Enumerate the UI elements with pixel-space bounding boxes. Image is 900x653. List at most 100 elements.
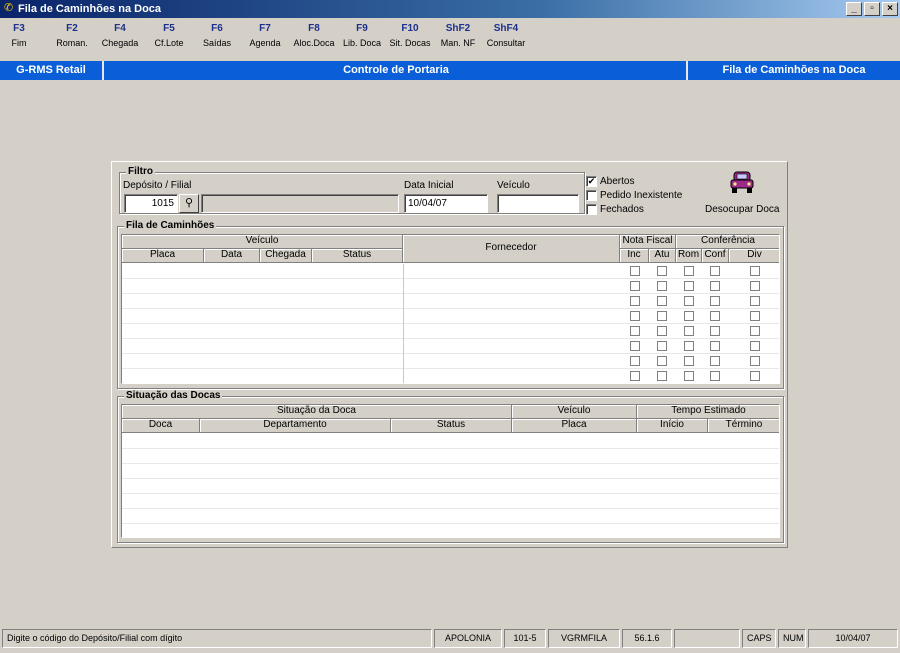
col-placa[interactable]: Placa <box>122 249 204 263</box>
col-termino[interactable]: Término <box>708 419 779 433</box>
row-conf-checkbox[interactable] <box>710 296 720 306</box>
fkey-f7-agenda[interactable]: F7 Agenda <box>246 22 284 56</box>
table-row[interactable] <box>122 368 779 369</box>
fkey-f2-romaneio[interactable]: F2 Roman. <box>52 22 92 56</box>
fila-caminhoes-grid[interactable]: Veículo Fornecedor Nota Fiscal Conferênc… <box>121 234 780 384</box>
col-rom[interactable]: Rom <box>676 249 702 263</box>
row-div-checkbox[interactable] <box>750 311 760 321</box>
row-atu-checkbox[interactable] <box>657 281 667 291</box>
table-row[interactable] <box>122 508 779 509</box>
row-inc-checkbox[interactable] <box>630 356 640 366</box>
close-button[interactable]: × <box>882 2 898 16</box>
col-status[interactable]: Status <box>312 249 403 263</box>
row-rom-checkbox[interactable] <box>684 371 694 381</box>
col-data[interactable]: Data <box>204 249 260 263</box>
row-inc-checkbox[interactable] <box>630 371 640 381</box>
fkey-shf2-mannf[interactable]: ShF2 Man. NF <box>437 22 479 56</box>
row-div-checkbox[interactable] <box>750 296 760 306</box>
table-row[interactable] <box>122 278 779 279</box>
table-row[interactable] <box>122 383 780 384</box>
fkey-f10-sitdocas[interactable]: F10 Sit. Docas <box>387 22 433 56</box>
table-row[interactable] <box>122 338 779 339</box>
col-div[interactable]: Div <box>729 249 779 263</box>
pedido-inexistente-checkbox[interactable] <box>586 190 597 201</box>
restore-button[interactable]: ▫ <box>864 2 880 16</box>
row-inc-checkbox[interactable] <box>630 326 640 336</box>
col-placa-doca[interactable]: Placa <box>512 419 637 433</box>
col-group-veiculo: Veículo <box>122 235 403 249</box>
table-row[interactable] <box>122 353 779 354</box>
fkey-f3-fim[interactable]: F3 Fim <box>6 22 32 56</box>
table-row[interactable] <box>122 493 779 494</box>
row-inc-checkbox[interactable] <box>630 266 640 276</box>
row-div-checkbox[interactable] <box>750 326 760 336</box>
row-conf-checkbox[interactable] <box>710 266 720 276</box>
col-inc[interactable]: Inc <box>620 249 649 263</box>
binoculars-icon[interactable]: ⚲ <box>179 194 199 213</box>
veiculo-label: Veículo <box>497 180 530 191</box>
row-rom-checkbox[interactable] <box>684 356 694 366</box>
table-row[interactable] <box>122 478 779 479</box>
col-status-doca[interactable]: Status <box>391 419 512 433</box>
col-atu[interactable]: Atu <box>649 249 676 263</box>
row-inc-checkbox[interactable] <box>630 281 640 291</box>
situacao-docas-grid[interactable]: Situação da Doca Veículo Tempo Estimado … <box>121 404 780 538</box>
fkey-f8-alocdoca[interactable]: F8 Aloc.Doca <box>291 22 337 56</box>
row-inc-checkbox[interactable] <box>630 311 640 321</box>
row-rom-checkbox[interactable] <box>684 326 694 336</box>
table-row[interactable] <box>122 293 779 294</box>
abertos-checkbox[interactable]: ✔ <box>586 176 597 187</box>
col-doca[interactable]: Doca <box>122 419 200 433</box>
row-conf-checkbox[interactable] <box>710 281 720 291</box>
row-atu-checkbox[interactable] <box>657 326 667 336</box>
table-row[interactable] <box>122 523 779 524</box>
fkey-f4-chegada[interactable]: F4 Chegada <box>100 22 140 56</box>
row-div-checkbox[interactable] <box>750 371 760 381</box>
row-div-checkbox[interactable] <box>750 281 760 291</box>
fkey-f9-libdoca[interactable]: F9 Lib. Doca <box>340 22 384 56</box>
row-conf-checkbox[interactable] <box>710 326 720 336</box>
deposito-label: Depósito / Filial <box>123 180 192 191</box>
desocupar-doca-button[interactable]: Desocupar Doca <box>702 166 782 216</box>
row-rom-checkbox[interactable] <box>684 296 694 306</box>
col-inicio[interactable]: Início <box>637 419 708 433</box>
row-rom-checkbox[interactable] <box>684 281 694 291</box>
data-inicial-input[interactable]: 10/04/07 <box>404 194 488 213</box>
situacao-docas-group: Situação das Docas Situação da Doca Veíc… <box>117 390 784 543</box>
row-atu-checkbox[interactable] <box>657 296 667 306</box>
row-div-checkbox[interactable] <box>750 266 760 276</box>
row-atu-checkbox[interactable] <box>657 266 667 276</box>
row-rom-checkbox[interactable] <box>684 311 694 321</box>
col-fornecedor[interactable]: Fornecedor <box>403 235 620 263</box>
row-rom-checkbox[interactable] <box>684 341 694 351</box>
fkey-shf4-consultar[interactable]: ShF4 Consultar <box>484 22 528 56</box>
row-inc-checkbox[interactable] <box>630 296 640 306</box>
row-div-checkbox[interactable] <box>750 341 760 351</box>
status-user: APOLONIA <box>434 629 502 648</box>
table-row[interactable] <box>122 308 779 309</box>
row-atu-checkbox[interactable] <box>657 311 667 321</box>
row-conf-checkbox[interactable] <box>710 341 720 351</box>
col-chegada[interactable]: Chegada <box>260 249 312 263</box>
row-conf-checkbox[interactable] <box>710 356 720 366</box>
table-row[interactable] <box>122 463 779 464</box>
veiculo-input[interactable] <box>497 194 579 213</box>
row-conf-checkbox[interactable] <box>710 311 720 321</box>
status-bar: Digite o código do Depósito/Filial com d… <box>0 627 900 649</box>
row-atu-checkbox[interactable] <box>657 356 667 366</box>
row-inc-checkbox[interactable] <box>630 341 640 351</box>
row-div-checkbox[interactable] <box>750 356 760 366</box>
row-conf-checkbox[interactable] <box>710 371 720 381</box>
col-conf[interactable]: Conf <box>702 249 729 263</box>
row-atu-checkbox[interactable] <box>657 341 667 351</box>
fkey-f5-cflote[interactable]: F5 Cf.Lote <box>150 22 188 56</box>
deposito-input[interactable]: 1015 <box>124 194 178 213</box>
minimize-button[interactable]: _ <box>846 2 862 16</box>
col-departamento[interactable]: Departamento <box>200 419 391 433</box>
fechados-checkbox[interactable] <box>586 204 597 215</box>
fkey-f6-saidas[interactable]: F6 Saídas <box>200 22 234 56</box>
row-atu-checkbox[interactable] <box>657 371 667 381</box>
row-rom-checkbox[interactable] <box>684 266 694 276</box>
table-row[interactable] <box>122 448 779 449</box>
table-row[interactable] <box>122 323 779 324</box>
